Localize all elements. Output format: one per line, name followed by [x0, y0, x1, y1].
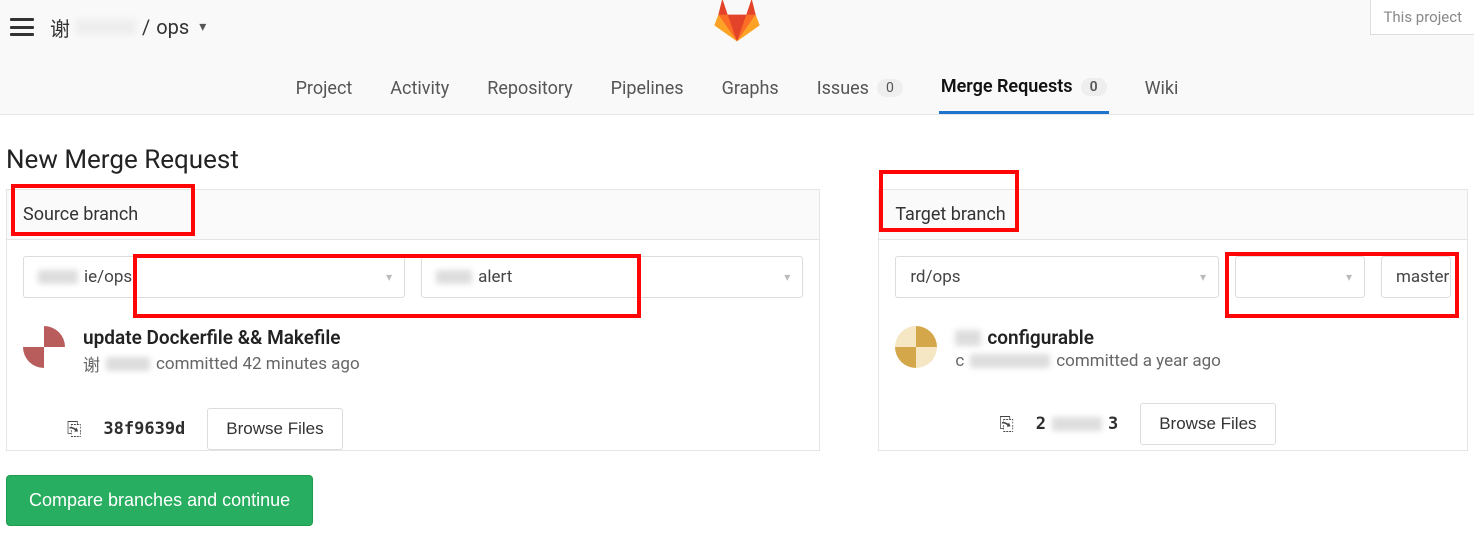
gitlab-logo[interactable] — [711, 0, 763, 48]
source-branch-header: Source branch — [7, 190, 819, 240]
target-panel: Target branch rd/ops ▾ ▾ master — [878, 189, 1468, 451]
tab-wiki-label: Wiki — [1145, 78, 1179, 99]
chevron-down-icon: ▾ — [1200, 270, 1206, 284]
target-project-select[interactable]: rd/ops ▾ — [895, 256, 1219, 298]
target-branch-value[interactable]: master — [1381, 256, 1451, 298]
target-selects: rd/ops ▾ ▾ master — [879, 240, 1467, 314]
source-commit-title[interactable]: update Dockerfile && Makefile — [83, 326, 803, 349]
mr-count-badge: 0 — [1081, 78, 1107, 96]
tab-graphs-label: Graphs — [722, 78, 779, 99]
target-branch-select[interactable]: ▾ — [1235, 256, 1365, 298]
committer-blur — [106, 357, 150, 371]
source-branch-select[interactable]: alert ▾ — [421, 256, 803, 298]
tab-issues-label: Issues — [817, 78, 869, 99]
issues-count-badge: 0 — [877, 79, 903, 97]
page-content: New Merge Request Source branch ie/ops ▾… — [0, 115, 1474, 546]
source-sha[interactable]: 38f9639d — [103, 419, 185, 439]
tab-project[interactable]: Project — [294, 76, 355, 114]
copy-icon[interactable]: ⎘ — [999, 414, 1013, 435]
project-scope-dropdown[interactable]: This project — [1370, 0, 1474, 35]
avatar — [895, 326, 937, 368]
tab-wiki[interactable]: Wiki — [1143, 76, 1181, 114]
target-commit-meta: c committed a year ago — [955, 351, 1451, 371]
source-branch-blur — [436, 270, 472, 284]
compare-branches-button[interactable]: Compare branches and continue — [6, 475, 313, 526]
committed-time: committed 42 minutes ago — [156, 354, 360, 374]
tab-mr-label: Merge Requests — [941, 76, 1073, 97]
target-branch-header: Target branch — [879, 190, 1467, 240]
browse-files-button[interactable]: Browse Files — [207, 408, 342, 450]
tab-merge-requests[interactable]: Merge Requests 0 — [939, 76, 1109, 114]
breadcrumb[interactable]: 谢 / ops ▾ — [50, 13, 206, 42]
tab-issues[interactable]: Issues 0 — [815, 76, 905, 114]
committer-blur — [970, 354, 1050, 368]
commit-title-blur — [955, 330, 981, 346]
source-project-blur — [38, 270, 78, 284]
browse-files-button[interactable]: Browse Files — [1140, 403, 1275, 445]
source-commit-row: update Dockerfile && Makefile 谢 committe… — [7, 314, 819, 394]
source-panel: Source branch ie/ops ▾ alert ▾ update Do… — [6, 189, 820, 451]
target-branch-text: master — [1396, 267, 1449, 287]
source-commit-meta: 谢 committed 42 minutes ago — [83, 351, 803, 376]
source-project-select[interactable]: ie/ops ▾ — [23, 256, 405, 298]
breadcrumb-project: ops — [156, 15, 189, 39]
branch-columns: Source branch ie/ops ▾ alert ▾ update Do… — [6, 189, 1468, 451]
breadcrumb-user-prefix: 谢 — [50, 13, 70, 42]
tab-repository[interactable]: Repository — [485, 76, 574, 114]
source-selects: ie/ops ▾ alert ▾ — [7, 240, 819, 314]
tab-pipelines[interactable]: Pipelines — [609, 76, 686, 114]
source-branch-suffix: alert — [478, 267, 512, 287]
tab-graphs[interactable]: Graphs — [720, 76, 781, 114]
source-project-suffix: ie/ops — [84, 267, 132, 287]
tab-pipelines-label: Pipelines — [611, 78, 684, 99]
breadcrumb-separator: / — [142, 15, 150, 39]
top-bar: 谢 / ops ▾ This project — [0, 0, 1474, 48]
commit-title-suffix: configurable — [987, 326, 1094, 349]
sha-suffix: 3 — [1108, 414, 1118, 434]
project-scope-label: This project — [1383, 8, 1462, 26]
tab-activity[interactable]: Activity — [388, 76, 451, 114]
target-sha[interactable]: 2 3 — [1036, 414, 1119, 434]
sha-blur — [1052, 417, 1102, 431]
breadcrumb-user-blur — [76, 19, 136, 35]
tab-repository-label: Repository — [487, 78, 572, 99]
chevron-down-icon: ▾ — [784, 270, 790, 284]
chevron-down-icon: ▾ — [386, 270, 392, 284]
page-title: New Merge Request — [6, 145, 1468, 175]
target-commit-lower: ⎘ 2 3 Browse Files — [879, 403, 1467, 445]
tab-activity-label: Activity — [390, 78, 449, 99]
copy-icon[interactable]: ⎘ — [67, 419, 81, 440]
committed-time: committed a year ago — [1056, 351, 1221, 371]
target-project-text: rd/ops — [910, 267, 960, 287]
avatar — [23, 326, 65, 368]
target-commit-row: configurable c committed a year ago — [879, 314, 1467, 389]
target-commit-title[interactable]: configurable — [955, 326, 1451, 349]
committer-prefix: 谢 — [83, 351, 100, 376]
project-tabs: Project Activity Repository Pipelines Gr… — [0, 48, 1474, 115]
source-commit-lower: ⎘ 38f9639d Browse Files — [7, 408, 819, 450]
chevron-down-icon: ▾ — [199, 19, 206, 35]
chevron-down-icon: ▾ — [1346, 270, 1352, 284]
tab-project-label: Project — [296, 78, 353, 99]
menu-icon[interactable] — [10, 18, 34, 36]
